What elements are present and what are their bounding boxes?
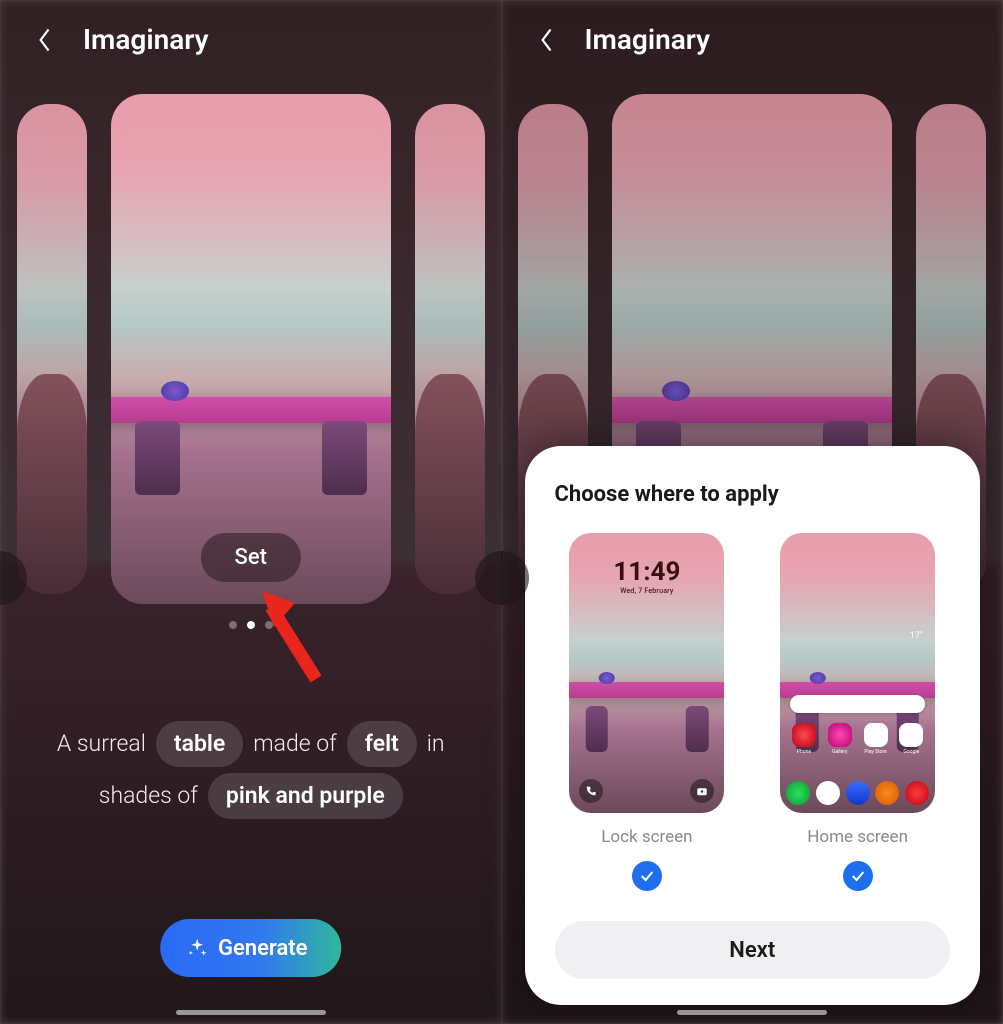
check-icon	[850, 868, 866, 884]
option-label: Lock screen	[601, 827, 692, 847]
back-button[interactable]	[533, 26, 561, 54]
sparkle-icon	[186, 937, 208, 959]
apply-option-home[interactable]: 17° Phone Gallery Play Store Google	[765, 533, 950, 891]
dot	[229, 621, 237, 629]
app-row: Phone Gallery Play Store Google	[780, 723, 935, 755]
home-search-bar	[790, 695, 925, 713]
prompt-chip-subject[interactable]: table	[156, 721, 243, 767]
option-label: Home screen	[807, 827, 908, 847]
carousel-card-prev[interactable]	[17, 104, 87, 594]
carousel-card-next[interactable]	[415, 104, 485, 594]
page-title: Imaginary	[585, 23, 711, 56]
header: Imaginary	[31, 23, 209, 56]
back-button[interactable]	[31, 26, 59, 54]
app-dock	[780, 781, 935, 805]
generate-button[interactable]: Generate	[160, 919, 342, 977]
next-button[interactable]: Next	[555, 921, 951, 979]
screen-apply-sheet: Imaginary Choose where to apply 11:49 We…	[502, 0, 1003, 1024]
check-icon	[639, 868, 655, 884]
camera-icon	[690, 779, 714, 803]
generate-label: Generate	[218, 936, 308, 961]
chevron-left-icon	[540, 27, 554, 53]
prompt-chip-material[interactable]: felt	[347, 721, 417, 767]
set-button[interactable]: Set	[201, 533, 301, 582]
apply-bottom-sheet: Choose where to apply 11:49 Wed, 7 Febru…	[525, 446, 981, 1005]
wallpaper-subject-table	[111, 397, 391, 423]
home-indicator[interactable]	[677, 1010, 827, 1015]
lock-clock: 11:49 Wed, 7 February	[569, 557, 724, 595]
wallpaper-carousel[interactable]: Set	[1, 89, 501, 609]
page-title: Imaginary	[83, 23, 209, 56]
dot-active	[247, 621, 255, 629]
carousel-card-current[interactable]: Set	[111, 94, 391, 604]
annotation-arrow-icon	[261, 589, 331, 689]
home-indicator[interactable]	[176, 1010, 326, 1015]
option-checkbox-lock[interactable]	[632, 861, 662, 891]
chevron-left-icon	[38, 27, 52, 53]
prompt-chip-color[interactable]: pink and purple	[208, 773, 403, 819]
home-weather-widget: 17°	[910, 631, 923, 641]
option-checkbox-home[interactable]	[843, 861, 873, 891]
preview-home-screen: 17° Phone Gallery Play Store Google	[780, 533, 935, 813]
preview-lock-screen: 11:49 Wed, 7 February	[569, 533, 724, 813]
sheet-title: Choose where to apply	[555, 482, 951, 507]
phone-icon	[579, 779, 603, 803]
header: Imaginary	[533, 23, 711, 56]
screen-generate: Imaginary Set A surreal table made of fe…	[0, 0, 502, 1024]
prompt-text: A surreal table made of felt in shades o…	[29, 721, 473, 819]
apply-option-lock[interactable]: 11:49 Wed, 7 February Lock screen	[555, 533, 740, 891]
